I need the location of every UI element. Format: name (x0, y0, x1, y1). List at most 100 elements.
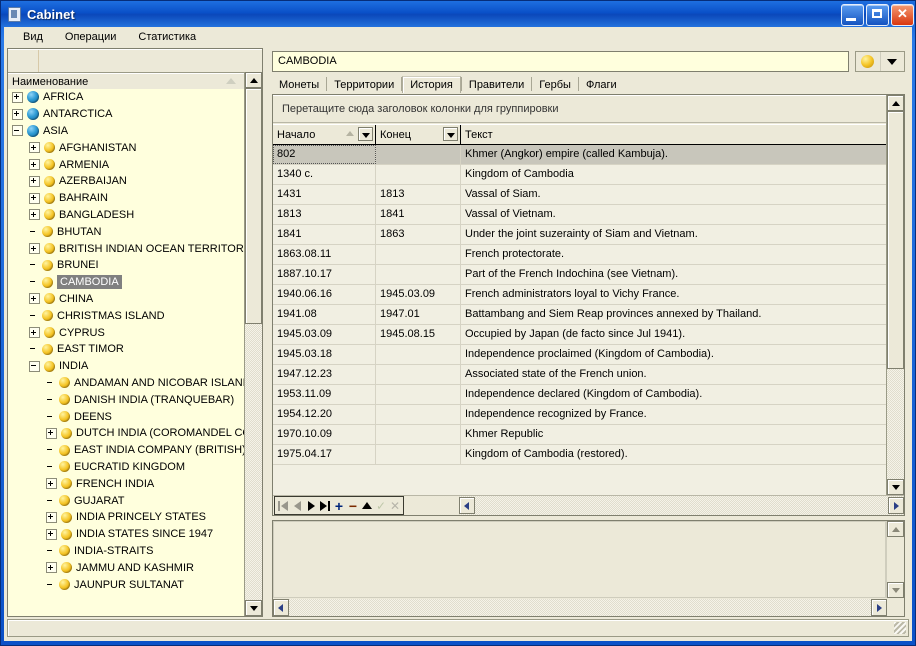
cell-text[interactable]: Kingdom of Cambodia (461, 165, 886, 184)
cell-end[interactable]: 1945.03.09 (376, 285, 461, 304)
tree-node-india-straits[interactable]: INDIA-STRAITS (8, 543, 245, 560)
cell-start[interactable]: 1940.06.16 (273, 285, 376, 304)
tree-node-india-states-since-1947[interactable]: INDIA STATES SINCE 1947 (8, 526, 245, 543)
tree-node-east-timor[interactable]: EAST TIMOR (8, 341, 245, 358)
cell-start[interactable]: 1945.03.18 (273, 345, 376, 364)
filter-dropdown-start[interactable] (358, 127, 373, 141)
tree-node-armenia[interactable]: ARMENIA (8, 156, 245, 173)
tree-node-bhutan[interactable]: BHUTAN (8, 223, 245, 240)
table-row[interactable]: 802 Khmer (Angkor) empire (called Kambuja… (273, 145, 886, 165)
tree-node-jammu-and-kashmir[interactable]: JAMMU AND KASHMIR (8, 559, 245, 576)
tree-filter-bar[interactable] (8, 49, 262, 73)
column-header-end[interactable]: Конец (376, 125, 461, 144)
cell-start[interactable]: 1340 c. (273, 165, 376, 184)
scroll-down-button[interactable] (887, 479, 904, 495)
table-row[interactable]: 1947.12.23 Associated state of the French… (273, 365, 886, 385)
cell-text[interactable]: Independence declared (Kingdom of Cambod… (461, 385, 886, 404)
grid-body[interactable]: 802 Khmer (Angkor) empire (called Kambuja… (273, 145, 886, 465)
cell-start[interactable]: 1970.10.09 (273, 425, 376, 444)
scroll-up-button[interactable] (887, 521, 904, 537)
cell-text[interactable]: Vassal of Siam. (461, 185, 886, 204)
cell-start[interactable]: 1947.12.23 (273, 365, 376, 384)
delete-record-button[interactable]: − (346, 498, 360, 513)
expand-icon[interactable] (29, 192, 40, 204)
cell-text[interactable]: Under the joint suzerainty of Siam and V… (461, 225, 886, 244)
cell-end[interactable]: 1945.08.15 (376, 325, 461, 344)
cell-start[interactable]: 1813 (273, 205, 376, 224)
last-record-button[interactable] (318, 498, 332, 513)
close-button[interactable]: ✕ (891, 4, 914, 26)
cell-start[interactable]: 1975.04.17 (273, 445, 376, 464)
expand-icon[interactable] (29, 243, 40, 255)
scroll-right-button[interactable] (888, 497, 904, 514)
cell-text[interactable]: Independence proclaimed (Kingdom of Camb… (461, 345, 886, 364)
memo-text-area[interactable] (273, 521, 886, 598)
tree-node-cambodia[interactable]: CAMBODIA (8, 274, 245, 291)
tree-node-british-indian-ocean-territory[interactable]: BRITISH INDIAN OCEAN TERRITORY (8, 240, 245, 257)
cell-end[interactable] (376, 245, 461, 264)
table-row[interactable]: 1863.08.11 French protectorate. (273, 245, 886, 265)
tree-node-jaunpur-sultanat[interactable]: JAUNPUR SULTANAT (8, 576, 245, 593)
tab-1[interactable]: Территории (327, 77, 401, 93)
memo-vertical-scrollbar[interactable] (886, 521, 904, 598)
tree-node-christmas-island[interactable]: CHRISTMAS ISLAND (8, 307, 245, 324)
expand-icon[interactable] (46, 511, 57, 523)
table-row[interactable]: 1953.11.09 Independence declared (Kingdom… (273, 385, 886, 405)
cell-end[interactable]: 1863 (376, 225, 461, 244)
cell-start[interactable]: 1863.08.11 (273, 245, 376, 264)
post-record-button[interactable]: ✓ (374, 498, 388, 513)
next-record-button[interactable] (304, 498, 318, 513)
tree-node-bangladesh[interactable]: BANGLADESH (8, 207, 245, 224)
cell-text[interactable]: Vassal of Vietnam. (461, 205, 886, 224)
tree-node-africa[interactable]: AFRICA (8, 89, 245, 106)
scroll-up-button[interactable] (887, 95, 904, 111)
tree-node-cyprus[interactable]: CYPRUS (8, 324, 245, 341)
cell-text[interactable]: Battambang and Siem Reap provinces annex… (461, 305, 886, 324)
scroll-down-button[interactable] (245, 600, 262, 616)
table-row[interactable]: 1431 1813 Vassal of Siam. (273, 185, 886, 205)
cell-start[interactable]: 802 (273, 145, 376, 164)
expand-icon[interactable] (46, 427, 57, 439)
cell-end[interactable] (376, 385, 461, 404)
tree-vertical-scrollbar[interactable] (244, 72, 262, 616)
cell-start[interactable]: 1887.10.17 (273, 265, 376, 284)
cell-text[interactable]: Kingdom of Cambodia (restored). (461, 445, 886, 464)
tree-node-danish-india-tranquebar[interactable]: DANISH INDIA (TRANQUEBAR) (8, 391, 245, 408)
collapse-icon[interactable] (29, 360, 40, 372)
filter-dropdown-end[interactable] (443, 127, 458, 141)
group-panel-hint[interactable]: Перетащите сюда заголовок колонки для гр… (273, 95, 904, 123)
cell-start[interactable]: 1941.08 (273, 305, 376, 324)
maximize-button[interactable] (866, 4, 889, 26)
menu-item-statistics[interactable]: Статистика (127, 29, 207, 45)
tree-node-bahrain[interactable]: BAHRAIN (8, 190, 245, 207)
table-row[interactable]: 1813 1841 Vassal of Vietnam. (273, 205, 886, 225)
cell-text[interactable]: French administrators loyal to Vichy Fra… (461, 285, 886, 304)
table-row[interactable]: 1887.10.17 Part of the French Indochina (… (273, 265, 886, 285)
cell-start[interactable]: 1431 (273, 185, 376, 204)
tab-0[interactable]: Монеты (272, 77, 326, 93)
tree-node-eucratid-kingdom[interactable]: EUCRATID KINGDOM (8, 459, 245, 476)
tree-node-list[interactable]: AFRICA ANTARCTICA ASIA AFGHANISTAN ARMENIA AZ… (8, 89, 245, 616)
scroll-up-button[interactable] (245, 72, 262, 88)
expand-icon[interactable] (12, 91, 23, 103)
cell-end[interactable]: 1813 (376, 185, 461, 204)
tree-node-gujarat[interactable]: GUJARAT (8, 492, 245, 509)
table-row[interactable]: 1340 c. Kingdom of Cambodia (273, 165, 886, 185)
table-row[interactable]: 1941.08 1947.01 Battambang and Siem Reap p… (273, 305, 886, 325)
scroll-left-button[interactable] (459, 497, 475, 514)
cell-end[interactable] (376, 345, 461, 364)
category-dropdown-button[interactable] (855, 51, 905, 72)
cell-end[interactable] (376, 265, 461, 284)
tree-node-french-india[interactable]: FRENCH INDIA (8, 475, 245, 492)
table-row[interactable]: 1940.06.16 1945.03.09 French administrator… (273, 285, 886, 305)
scroll-thumb[interactable] (245, 88, 262, 324)
expand-icon[interactable] (12, 108, 23, 120)
expand-icon[interactable] (46, 528, 57, 540)
cell-start[interactable]: 1953.11.09 (273, 385, 376, 404)
cell-end[interactable] (376, 145, 461, 164)
tree-node-deens[interactable]: DEENS (8, 408, 245, 425)
cell-text[interactable]: Associated state of the French union. (461, 365, 886, 384)
tree-node-india[interactable]: INDIA (8, 358, 245, 375)
collapse-icon[interactable] (12, 125, 23, 137)
cell-end[interactable] (376, 405, 461, 424)
